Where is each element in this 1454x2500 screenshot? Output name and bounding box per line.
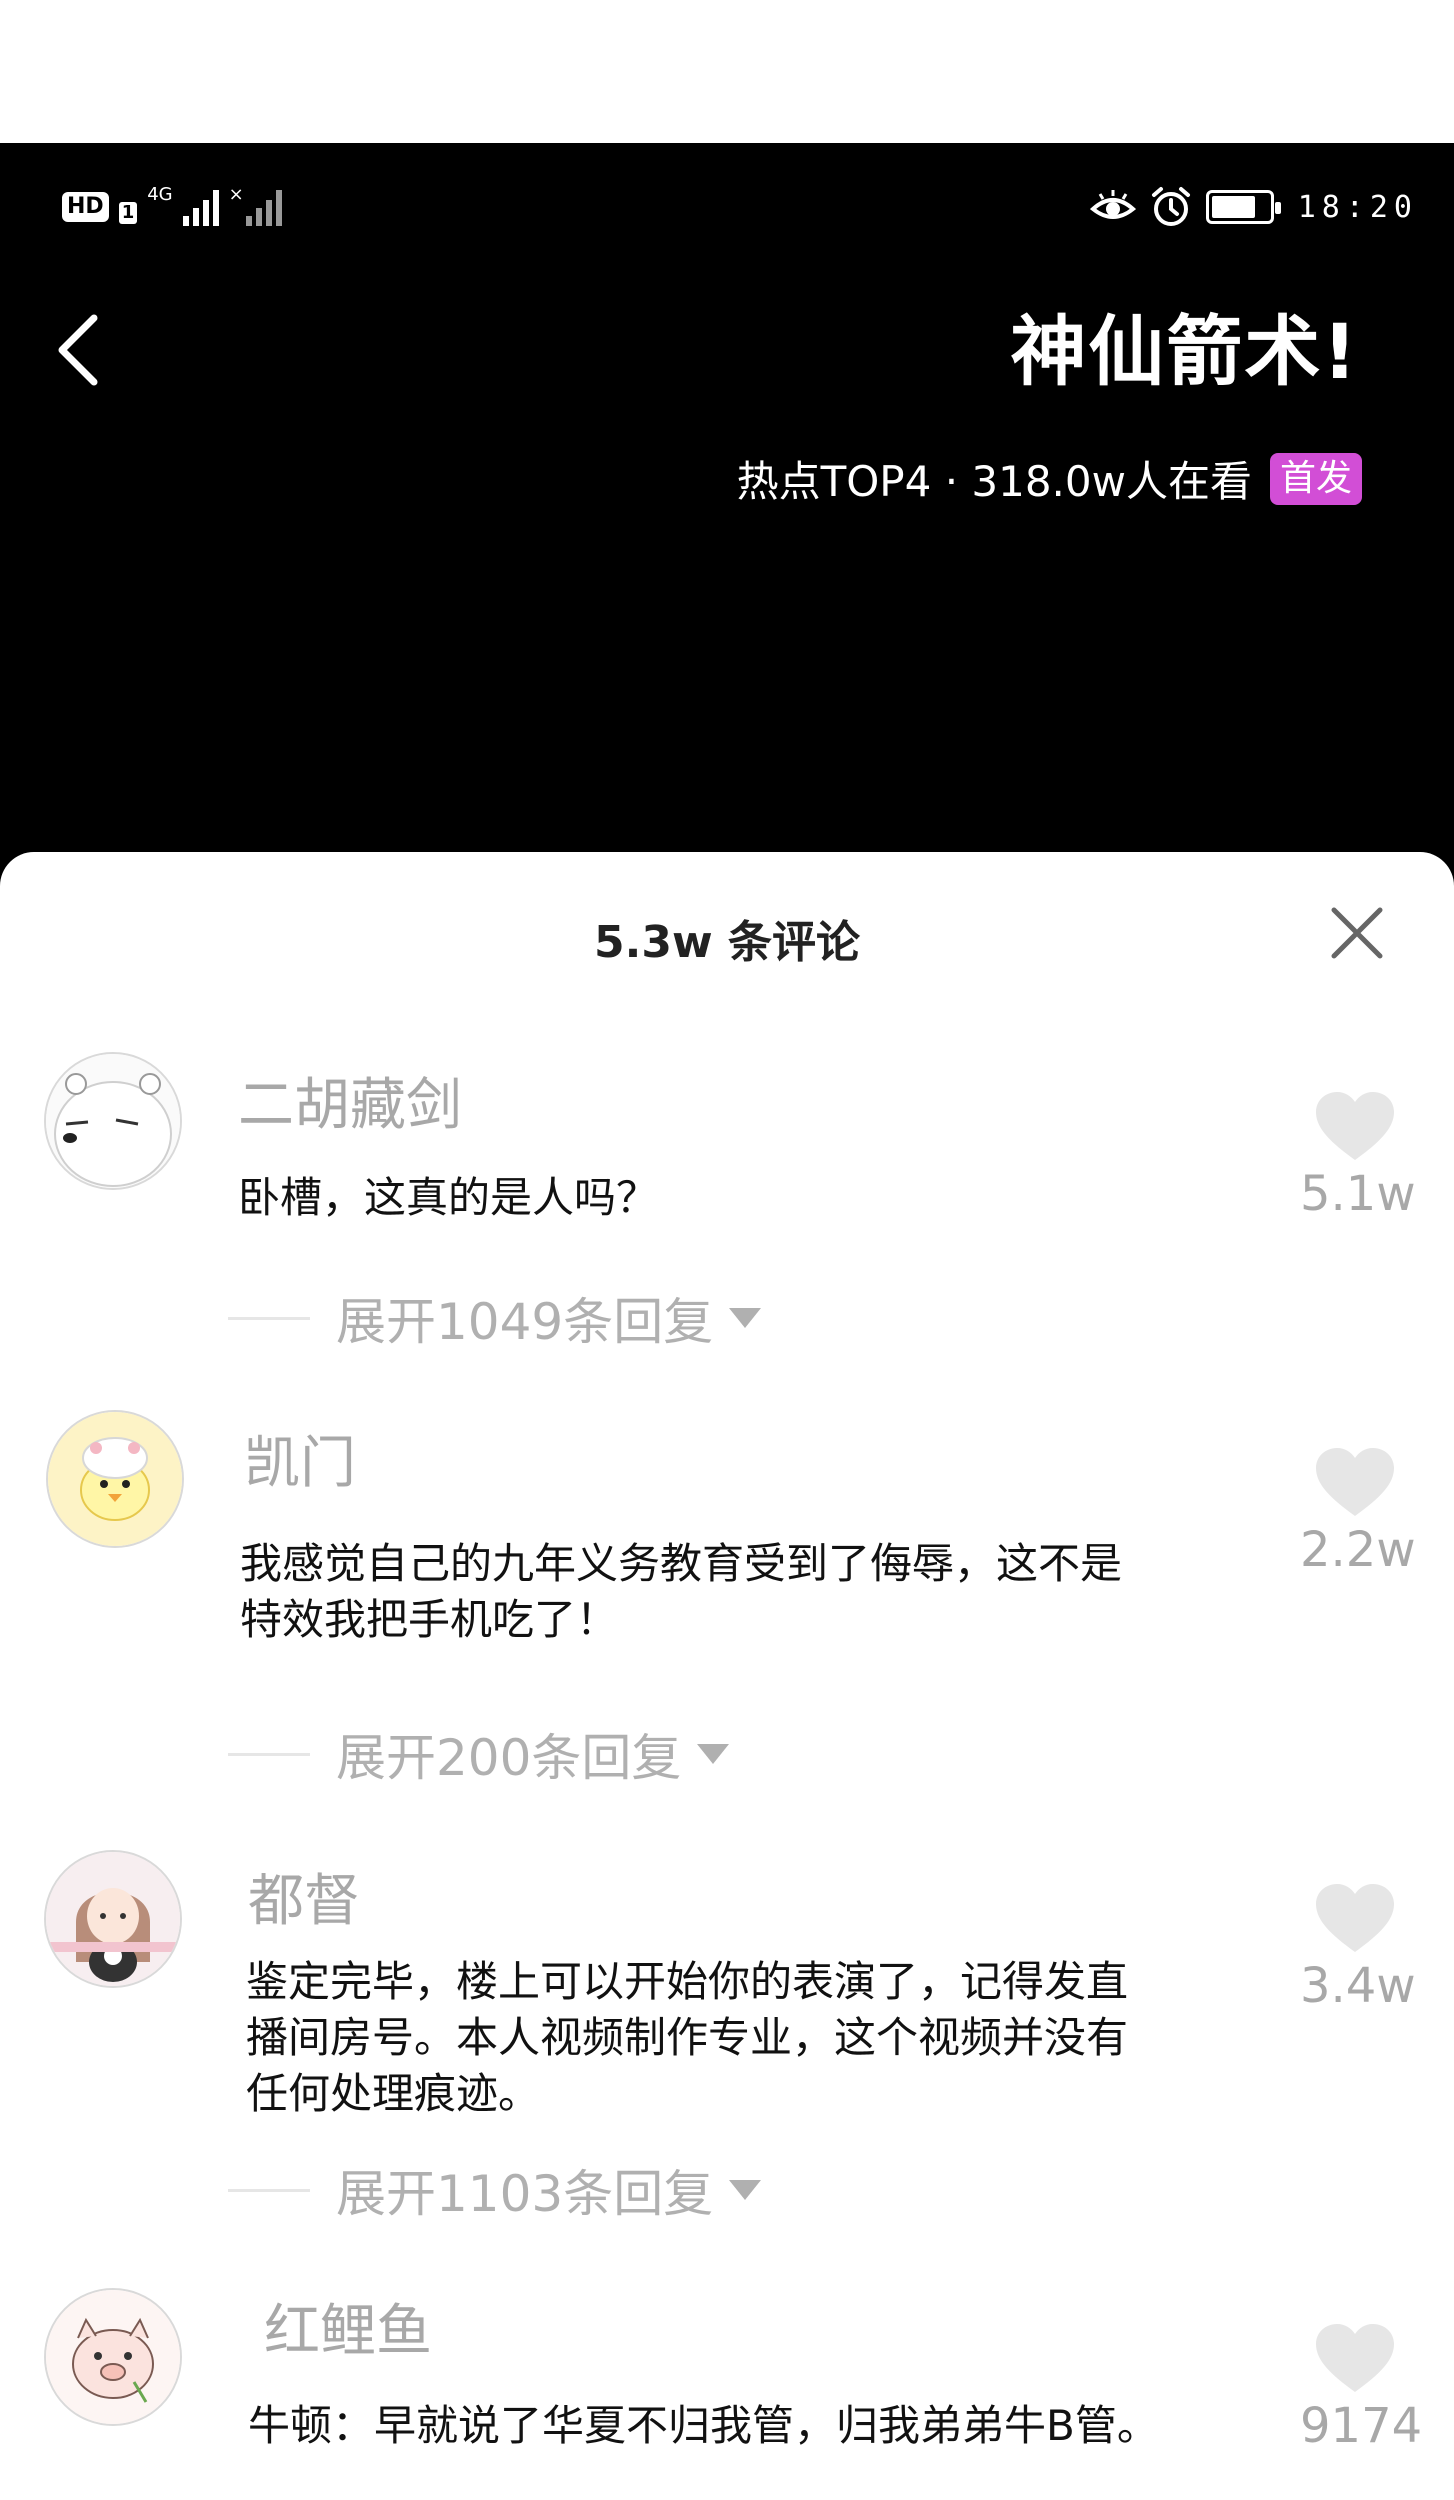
heart-icon <box>1316 1092 1394 1160</box>
battery-icon <box>1205 190 1281 224</box>
comment-username[interactable]: 凯门 <box>244 1418 356 1499</box>
triangle-down-icon <box>729 1308 762 1328</box>
triangle-down-icon <box>729 2180 762 2200</box>
like-count: 9174 <box>1300 2398 1423 2454</box>
expand-replies-label: 展开1049条回复 <box>336 1293 714 1351</box>
triangle-down-icon <box>697 1744 730 1764</box>
comment-text: 我感觉自己的九年义务教育受到了侮辱，这不是特效我把手机吃了！ <box>240 1539 1123 1644</box>
comment-username[interactable]: 都督 <box>248 1856 360 1937</box>
heart-icon <box>1316 1884 1394 1952</box>
video-title: 神仙箭术! <box>1010 307 1359 396</box>
network-type: 4G <box>147 184 173 205</box>
hot-rank-info[interactable]: 热点TOP4 · 318.0w人在看 首发 <box>737 448 1362 509</box>
video-player[interactable] <box>0 148 1454 888</box>
expand-replies-button[interactable]: 展开1049条回复 <box>228 1282 762 1354</box>
polar-bear-avatar-icon[interactable] <box>44 1052 182 1190</box>
like-button[interactable]: 2.2w <box>1300 1446 1416 1578</box>
like-button[interactable]: 3.4w <box>1300 1882 1416 2014</box>
status-bar-right: 18:20 <box>1089 184 1418 230</box>
signal-off-icon <box>245 188 282 226</box>
first-release-badge: 首发 <box>1269 452 1362 505</box>
back-arrow-icon[interactable] <box>50 310 110 390</box>
comment-username[interactable]: 二胡藏剑 <box>238 1060 462 1141</box>
status-bar-left: HD 1 4G × <box>62 184 282 230</box>
pig-avatar-icon[interactable] <box>44 2288 182 2426</box>
like-count: 2.2w <box>1300 1522 1416 1578</box>
comments-count-title: 5.3w 条评论 <box>594 917 860 968</box>
eye-comfort-icon <box>1089 190 1136 219</box>
expand-replies-label: 展开1103条回复 <box>336 2165 714 2223</box>
comment-username[interactable]: 红鲤鱼 <box>264 2286 432 2367</box>
close-icon[interactable] <box>1328 904 1386 962</box>
top-margin <box>0 0 1454 146</box>
no-signal-mark-icon: × <box>228 184 244 205</box>
expand-replies-button[interactable]: 展开200条回复 <box>228 1718 730 1790</box>
hd-icon: HD <box>62 192 109 222</box>
heart-icon <box>1316 1448 1394 1516</box>
hot-rank-text: 热点TOP4 · 318.0w人在看 <box>736 457 1252 506</box>
comment-text: 牛顿：早就说了华夏不归我管，归我弟弟牛B管。 <box>248 2401 1159 2450</box>
alarm-icon <box>1151 187 1190 226</box>
signal-icon <box>182 188 219 226</box>
chick-avatar-icon[interactable] <box>46 1410 184 1548</box>
like-button[interactable]: 5.1w <box>1300 1090 1416 1222</box>
comment-text: 卧槽，这真的是人吗？ <box>238 1173 659 1222</box>
comments-panel: 5.3w 条评论 二胡藏剑 卧槽，这真的是人吗？ 5.1w 展开1049条回复 … <box>0 852 1454 2500</box>
clock-time: 18:20 <box>1297 189 1418 225</box>
sim-index: 1 <box>118 202 138 224</box>
comment-text: 鉴定完毕，楼上可以开始你的表演了，记得发直播间房号。本人视频制作专业，这个视频并… <box>246 1957 1129 2118</box>
heart-icon <box>1316 2324 1394 2392</box>
like-button[interactable]: 9174 <box>1300 2322 1423 2454</box>
like-count: 5.1w <box>1300 1166 1416 1222</box>
girl-avatar-icon[interactable] <box>44 1850 182 1988</box>
like-count: 3.4w <box>1300 1958 1416 2014</box>
expand-replies-label: 展开200条回复 <box>336 1729 682 1787</box>
expand-replies-button[interactable]: 展开1103条回复 <box>228 2154 762 2226</box>
